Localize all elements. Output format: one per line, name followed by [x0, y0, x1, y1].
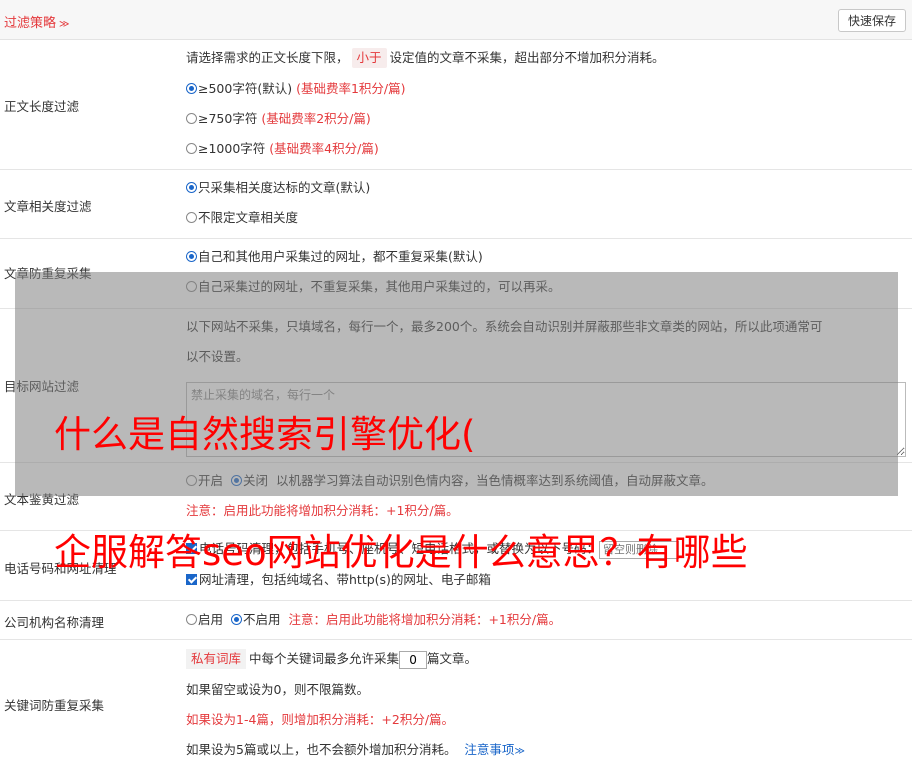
- option-cost-note: (基础费率2积分/篇): [261, 111, 371, 126]
- row-company-cleaning: 公司机构名称清理 启用 不启用 注意：启用此功能将增加积分消耗：+1积分/篇。: [0, 601, 912, 640]
- radio-icon[interactable]: [186, 614, 197, 625]
- row-label: 关键词防重复采集: [4, 698, 105, 713]
- radio-checked-icon[interactable]: [230, 475, 242, 486]
- radio-icon[interactable]: [186, 113, 197, 124]
- option-label: 自己和其他用户采集过的网址，都不重复采集(默认): [198, 249, 483, 264]
- relevance-option-any[interactable]: 不限定文章相关度: [186, 208, 298, 228]
- porn-option-off[interactable]: 关闭: [230, 473, 268, 488]
- row-label: 目标网站过滤: [4, 379, 80, 394]
- porn-option-on[interactable]: 开启: [186, 473, 223, 488]
- radio-icon[interactable]: [186, 281, 197, 292]
- section-title[interactable]: 过滤策略 ≫: [4, 12, 69, 31]
- radio-icon[interactable]: [186, 212, 197, 223]
- site-filter-desc-2: 以不设置。: [186, 349, 249, 364]
- option-label: 自己采集过的网址，不重复采集，其他用户采集过的，可以再采。: [198, 279, 561, 294]
- row-porn-filter: 文本鉴黄过滤 开启 关闭 以机器学习算法自动识别色情内容，当色情概率达到系统阈值…: [0, 463, 912, 531]
- row-keyword-dedupe: 关键词防重复采集 私有词库中每个关键词最多允许采集 篇文章。 如果留空或设为0，则…: [0, 640, 912, 768]
- chevron-down-icon: ≫: [514, 746, 525, 757]
- length-option-750[interactable]: ≥750字符 (基础费率2积分/篇): [186, 109, 371, 129]
- radio-checked-icon[interactable]: [230, 614, 242, 625]
- option-label: 只采集相关度达标的文章(默认): [198, 180, 371, 195]
- option-label: 电话号码清理，包括手机号、座机号、短电话格式，或替换为以下号码：: [199, 541, 600, 556]
- keyword-line-3: 如果设为1-4篇，则增加积分消耗：+2积分/篇。: [186, 712, 455, 727]
- porn-cost-note: 注意：启用此功能将增加积分消耗：+1积分/篇。: [186, 503, 459, 518]
- desc-text: 请选择需求的正文长度下限，: [186, 50, 349, 65]
- keyword-limit-line: 私有词库中每个关键词最多允许采集 篇文章。: [186, 649, 477, 669]
- option-cost-note: (基础费率1积分/篇): [296, 81, 406, 96]
- option-label: ≥750字符: [198, 111, 258, 126]
- keyword-text: 如果设为5篇或以上，也不会额外增加积分消耗。: [186, 742, 457, 757]
- blocked-domains-textarea[interactable]: [186, 382, 906, 457]
- company-option-on[interactable]: 启用: [186, 612, 223, 627]
- keyword-line-2: 如果留空或设为0，则不限篇数。: [186, 682, 369, 697]
- site-filter-desc-1: 以下网站不采集，只填域名，每行一个，最多200个。系统会自动识别并屏蔽那些非文章…: [186, 319, 823, 334]
- private-dict-tag[interactable]: 私有词库: [186, 649, 247, 669]
- company-option-off[interactable]: 不启用: [230, 612, 281, 627]
- keyword-limit-input[interactable]: [399, 650, 428, 669]
- row-label: 正文长度过滤: [4, 99, 80, 114]
- option-label: 不限定文章相关度: [198, 210, 299, 225]
- keyword-text: 中每个关键词最多允许采集: [249, 651, 400, 666]
- less-than-tag: 小于: [351, 48, 387, 68]
- keyword-line-4: 如果设为5篇或以上，也不会额外增加积分消耗。 注意事项≫: [186, 740, 525, 760]
- row-phone-cleaning: 电话号码和网址清理 电话号码清理，包括手机号、座机号、短电话格式，或替换为以下号…: [0, 531, 912, 601]
- quick-save-button[interactable]: 快速保存: [837, 9, 906, 32]
- notes-link[interactable]: 注意事项≫: [464, 742, 524, 757]
- option-label: 不启用: [242, 612, 281, 627]
- length-description: 请选择需求的正文长度下限， 小于 设定值的文章不采集，超出部分不增加积分消耗。: [186, 48, 665, 68]
- option-label: 关闭: [242, 473, 268, 488]
- keyword-text: 篇文章。: [427, 651, 478, 666]
- row-label: 文章防重复采集: [4, 266, 92, 281]
- checkbox-checked-icon[interactable]: [186, 574, 197, 585]
- row-label: 文本鉴黄过滤: [4, 492, 80, 507]
- row-relevance: 文章相关度过滤 只采集相关度达标的文章(默认) 不限定文章相关度: [0, 170, 912, 239]
- row-label: 电话号码和网址清理: [4, 561, 117, 576]
- row-dedupe: 文章防重复采集 自己和其他用户采集过的网址，都不重复采集(默认) 自己采集过的网…: [0, 239, 912, 309]
- option-label: 网址清理，包括纯域名、带http(s)的网址、电子邮箱: [199, 572, 491, 587]
- porn-options: 开启 关闭 以机器学习算法自动识别色情内容，当色情概率达到系统阈值，自动屏蔽文章…: [186, 471, 713, 491]
- row-label: 公司机构名称清理: [4, 615, 105, 630]
- option-label: ≥1000字符: [198, 141, 266, 156]
- url-clean-option[interactable]: 网址清理，包括纯域名、带http(s)的网址、电子邮箱: [186, 570, 491, 590]
- dedupe-option-self[interactable]: 自己采集过的网址，不重复采集，其他用户采集过的，可以再采。: [186, 277, 561, 297]
- section-title-text: 过滤策略: [4, 16, 57, 31]
- radio-icon[interactable]: [186, 143, 197, 154]
- radio-icon[interactable]: [186, 475, 197, 486]
- chevron-down-icon[interactable]: ≫: [59, 19, 69, 30]
- radio-checked-icon[interactable]: [186, 182, 197, 193]
- row-text-length: 正文长度过滤 请选择需求的正文长度下限， 小于 设定值的文章不采集，超出部分不增加积…: [0, 40, 912, 170]
- radio-checked-icon[interactable]: [186, 83, 197, 94]
- row-label: 文章相关度过滤: [4, 199, 92, 214]
- radio-checked-icon[interactable]: [186, 251, 197, 262]
- length-option-500[interactable]: ≥500字符(默认) (基础费率1积分/篇): [186, 79, 406, 99]
- porn-description: 以机器学习算法自动识别色情内容，当色情概率达到系统阈值，自动屏蔽文章。: [275, 473, 714, 488]
- relevance-option-strict[interactable]: 只采集相关度达标的文章(默认): [186, 178, 370, 198]
- company-options: 启用 不启用 注意：启用此功能将增加积分消耗：+1积分/篇。: [186, 610, 561, 630]
- dedupe-option-all[interactable]: 自己和其他用户采集过的网址，都不重复采集(默认): [186, 247, 483, 267]
- option-cost-note: (基础费率4积分/篇): [269, 141, 379, 156]
- checkbox-checked-icon[interactable]: [186, 543, 197, 554]
- phone-clean-option[interactable]: 电话号码清理，包括手机号、座机号、短电话格式，或替换为以下号码：: [186, 539, 680, 559]
- length-option-1000[interactable]: ≥1000字符 (基础费率4积分/篇): [186, 139, 379, 159]
- company-cost-note: 注意：启用此功能将增加积分消耗：+1积分/篇。: [288, 612, 562, 627]
- option-label: ≥500字符(默认): [198, 81, 293, 96]
- option-label: 开启: [198, 473, 224, 488]
- notes-link-text: 注意事项: [464, 742, 515, 757]
- filter-strategy-header: 过滤策略 ≫ 快速保存: [0, 0, 912, 40]
- replacement-phone-input[interactable]: [599, 540, 680, 559]
- row-site-filter: 目标网站过滤 以下网站不采集，只填域名，每行一个，最多200个。系统会自动识别并…: [0, 309, 912, 463]
- option-label: 启用: [198, 612, 224, 627]
- desc-text: 设定值的文章不采集，超出部分不增加积分消耗。: [389, 50, 665, 65]
